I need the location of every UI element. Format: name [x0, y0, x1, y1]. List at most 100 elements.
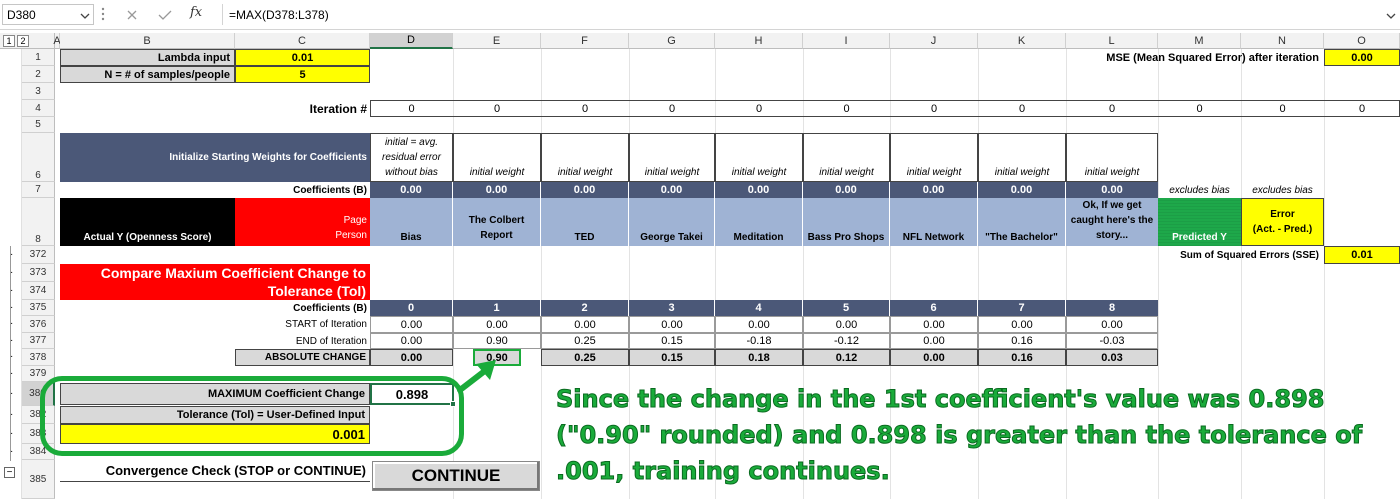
weight-label: initial weight — [541, 133, 629, 182]
coefficient-value: 0.00 — [629, 182, 715, 198]
row-header[interactable]: 375 — [22, 300, 55, 316]
column-header-o[interactable]: O — [1324, 33, 1400, 49]
absolute-change-value: 0.16 — [978, 349, 1066, 366]
lambda-label: Lambda input — [60, 49, 235, 66]
formula-input[interactable]: =MAX(D378:L378) — [222, 4, 1382, 25]
coefficient-index: 3 — [629, 300, 715, 316]
weight-label: initial weight — [1066, 133, 1158, 182]
end-value: 0.00 — [890, 333, 978, 349]
mse-value: 0.00 — [1324, 49, 1400, 66]
row-header[interactable]: 6 — [22, 133, 55, 182]
column-header-c[interactable]: C — [235, 33, 370, 49]
end-value: 0.25 — [541, 333, 629, 349]
iteration-value: 0 — [1196, 102, 1203, 115]
actual-y-header: Actual Y (Openness Score) — [60, 198, 235, 246]
coefficient-index: 1 — [453, 300, 541, 316]
start-value: 0.00 — [629, 316, 715, 333]
absolute-change-value: 0.15 — [629, 349, 715, 366]
end-value: 0.90 — [453, 333, 541, 349]
more-options-icon[interactable] — [100, 6, 106, 22]
row-header[interactable]: 376 — [22, 316, 55, 333]
row-header[interactable]: 1 — [22, 49, 55, 66]
lambda-input[interactable]: 0.01 — [235, 49, 370, 66]
outline-collapse-button[interactable]: − — [4, 467, 15, 478]
row-header[interactable]: 373 — [22, 264, 55, 282]
page-header: Bias — [370, 198, 453, 246]
outline-dot: · — [10, 249, 14, 260]
cancel-icon[interactable] — [126, 8, 138, 20]
absolute-change-value: 0.18 — [715, 349, 803, 366]
row-header[interactable]: 378 — [22, 349, 55, 366]
end-value: 0.00 — [370, 333, 453, 349]
outline-dot: · — [10, 388, 14, 399]
row-header[interactable]: 377 — [22, 333, 55, 349]
outline-dot: · — [10, 446, 14, 457]
error-header: Error (Act. - Pred.) — [1241, 198, 1324, 246]
iteration-value: 0 — [408, 102, 415, 115]
column-header-f[interactable]: F — [541, 33, 629, 49]
row-header[interactable]: 4 — [22, 100, 55, 117]
annotation-text: Since the change in the 1st coefficient'… — [555, 385, 1363, 486]
coefficient-value: 0.00 — [370, 182, 453, 198]
outline-level-2[interactable]: 2 — [17, 35, 29, 47]
column-header-m[interactable]: M — [1158, 33, 1241, 49]
row-header[interactable]: 8 — [22, 198, 55, 246]
expand-formula-icon[interactable] — [1386, 8, 1396, 19]
row-header[interactable]: 2 — [22, 66, 55, 83]
start-value: 0.00 — [453, 316, 541, 333]
iteration-value: 0 — [843, 102, 850, 115]
column-header-g[interactable]: G — [629, 33, 715, 49]
iteration-value: 0 — [1108, 102, 1116, 115]
n-label: N = # of samples/people — [60, 66, 235, 83]
start-value: 0.00 — [1066, 316, 1158, 333]
excludes-bias-note: excludes bias — [1169, 184, 1230, 196]
coefficient-index: 5 — [803, 300, 890, 316]
iteration-value: 0 — [1279, 102, 1286, 115]
compare-coef-label: Coefficients (B) — [293, 302, 367, 314]
column-header-e[interactable]: E — [453, 33, 541, 49]
page-header: Ok, If we get caught here's the story... — [1066, 198, 1158, 246]
iteration-value: 0 — [1018, 102, 1026, 115]
column-header-i[interactable]: I — [803, 33, 890, 49]
coefficient-index: 0 — [370, 300, 453, 316]
coefficient-value: 0.00 — [890, 182, 978, 198]
column-header-l[interactable]: L — [1066, 33, 1158, 49]
start-value: 0.00 — [715, 316, 803, 333]
page-header: NFL Network — [890, 198, 978, 246]
start-value: 0.00 — [803, 316, 890, 333]
outline-dot: · — [10, 351, 14, 362]
outline-dot: · — [10, 302, 14, 313]
column-header-b[interactable]: B — [60, 33, 235, 49]
column-header-k[interactable]: K — [978, 33, 1066, 49]
weight-label: initial weight — [715, 133, 803, 182]
coefficient-value: 0.00 — [803, 182, 890, 198]
iteration-value: 0 — [493, 102, 501, 115]
dropdown-arrow-icon[interactable] — [80, 8, 90, 19]
end-value: 0.15 — [629, 333, 715, 349]
function-icon[interactable]: fx — [190, 5, 206, 23]
absolute-change-value: 0.00 — [890, 349, 978, 366]
row-header[interactable]: 3 — [22, 83, 55, 100]
outline-level-1[interactable]: 1 — [3, 35, 15, 47]
column-header-n[interactable]: N — [1241, 33, 1324, 49]
absolute-change-label: ABSOLUTE CHANGE — [235, 349, 370, 366]
row-header[interactable]: 374 — [22, 282, 55, 300]
iteration-value: 0 — [755, 102, 763, 115]
page-header: TED — [541, 198, 629, 246]
convergence-label: Convergence Check (STOP or CONTINUE) — [60, 460, 370, 482]
convergence-result: CONTINUE — [372, 461, 540, 491]
row-header[interactable]: 372 — [22, 246, 55, 264]
column-header-j[interactable]: J — [890, 33, 978, 49]
coefficient-index: 4 — [715, 300, 803, 316]
row-header[interactable]: 5 — [22, 117, 55, 133]
enter-icon[interactable] — [158, 8, 172, 20]
iteration-value: 0 — [1358, 102, 1366, 115]
column-header-d[interactable]: D — [370, 33, 453, 49]
row-header[interactable]: 7 — [22, 182, 55, 198]
mse-label: MSE (Mean Squared Error) after iteration — [1106, 51, 1319, 64]
row-header[interactable]: 385 — [22, 460, 55, 499]
n-input[interactable]: 5 — [235, 66, 370, 83]
bias-note: initial = avg. residual error without bi… — [370, 133, 453, 182]
absolute-change-value: 0.00 — [370, 349, 453, 366]
column-header-h[interactable]: H — [715, 33, 803, 49]
